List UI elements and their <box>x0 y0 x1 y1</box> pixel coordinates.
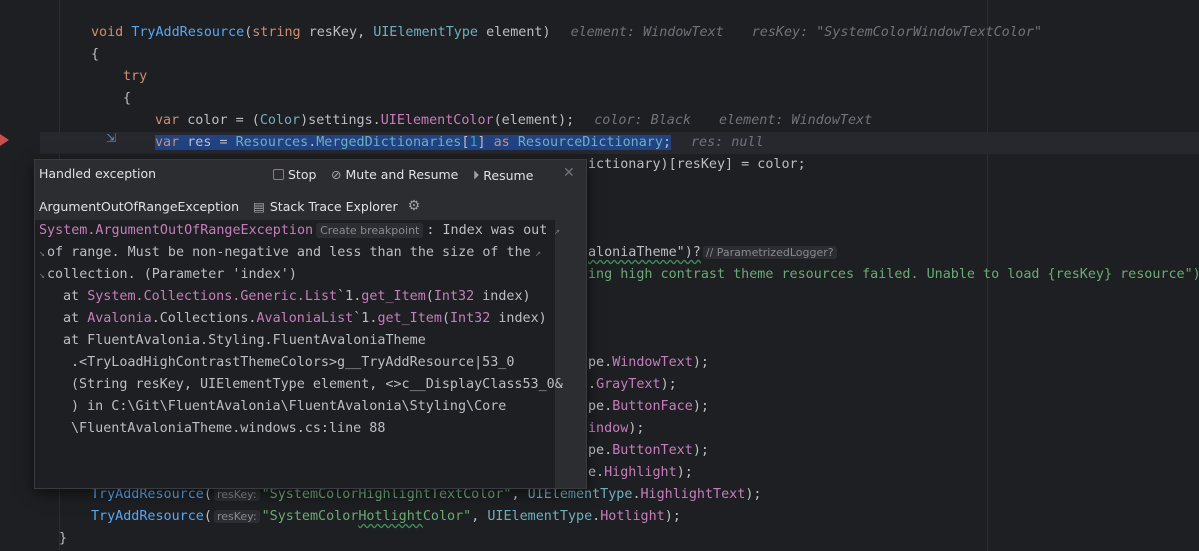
trace-frame-3-args: (String resKey, UIElementType element, <… <box>71 377 563 392</box>
code-line-tail-4: pe.ButtonText); <box>588 443 709 458</box>
wrap-link-icon: ↗ <box>554 226 561 237</box>
code-line-tail-1: .GrayText); <box>588 377 677 392</box>
stop-icon <box>273 169 284 180</box>
create-breakpoint-hint[interactable]: Create breakpoint <box>316 223 424 238</box>
debug-value-color: color: Black <box>594 113 691 128</box>
mute-and-resume-button[interactable]: ⊘ Mute and Resume <box>331 167 458 182</box>
wrap-link-icon: ↘ <box>39 248 46 259</box>
exception-row: ArgumentOutOfRangeException ▤ Stack Trace… <box>39 196 586 216</box>
breakpoint-arrow-icon[interactable] <box>0 134 9 146</box>
exception-trace: System.ArgumentOutOfRangeException Create… <box>35 220 563 488</box>
code-line-logger: aloniaTheme")?// ParametrizedLogger? <box>588 242 839 264</box>
debug-value-element: element: WindowText <box>570 25 724 40</box>
wrap-link-icon: ↗ <box>535 248 542 259</box>
debug-value-res: res: null <box>691 135 764 150</box>
trace-line-3: collection. (Parameter 'index') <box>47 267 297 282</box>
reskey-inlay-hint: resKey: <box>213 510 260 523</box>
debug-value-element: element: WindowText <box>719 113 873 128</box>
resume-icon: ⏵ <box>473 167 480 182</box>
code-line-brace-open: { <box>91 47 100 62</box>
code-line-tail-0: pe.WindowText); <box>588 355 709 370</box>
code-line-tail-3: indow); <box>588 421 645 436</box>
code-line-add-hotlight[interactable]: TryAddResource(resKey: "SystemColorHotlig… <box>91 506 681 528</box>
code-line-try-brace: { <box>123 91 132 106</box>
trace-frame-3-method: .<TryLoadHighContrastThemeColors>g__TryA… <box>71 355 515 370</box>
exception-name: ArgumentOutOfRangeException <box>39 198 240 214</box>
step-into-icon[interactable]: ⇲ <box>106 131 116 145</box>
trace-line-2: of range. Must be non-negative and less … <box>47 245 531 260</box>
reskey-inlay-hint: resKey: <box>213 488 260 501</box>
code-line-tail-5: e.Highlight); <box>588 465 693 480</box>
trace-frame-3-path[interactable]: ) in C:\Git\FluentAvalonia\FluentAvaloni… <box>71 396 506 418</box>
popup-header: Handled exception Stop ⊘ Mute and Resume … <box>35 160 586 188</box>
debug-value-reskey: resKey: "SystemColorWindowTextColor" <box>751 25 1042 40</box>
trace-frame-3: at FluentAvalonia.Styling.FluentAvalonia… <box>63 333 426 348</box>
stop-button[interactable]: Stop <box>273 167 316 182</box>
code-line-color[interactable]: var color = (Color)settings.UIElementCol… <box>155 110 872 132</box>
trace-frame-1[interactable]: at System.Collections.Generic.List`1.get… <box>63 286 531 308</box>
code-line-res-current[interactable]: var res = Resources.MergedDictionaries[1… <box>155 132 764 154</box>
mute-breakpoints-icon: ⊘ <box>331 167 342 182</box>
close-icon[interactable]: ✕ <box>563 165 575 181</box>
trace-line-1: System.ArgumentOutOfRangeException Create… <box>39 223 548 238</box>
code-line-tail-2: pe.ButtonFace); <box>588 399 709 414</box>
logger-inlay-hint: // ParametrizedLogger? <box>702 246 837 259</box>
gear-icon[interactable]: ⚙ <box>408 198 421 214</box>
stack-trace-explorer-button[interactable]: ▤ Stack Trace Explorer <box>253 199 398 214</box>
resume-button[interactable]: ⏵ Resume <box>473 167 533 183</box>
trace-frame-3-file[interactable]: \FluentAvaloniaTheme.windows.cs:line 88 <box>71 418 385 440</box>
code-line-method-signature[interactable]: void TryAddResource(string resKey, UIEle… <box>91 22 1042 44</box>
trace-frame-2[interactable]: at Avalonia.Collections.AvaloniaList`1.g… <box>63 308 547 330</box>
stack-trace-icon: ▤ <box>253 198 265 214</box>
code-line-dict-assign: ictionary)[resKey] = color; <box>588 157 806 172</box>
code-line-brace-close: } <box>59 531 68 546</box>
code-line-try: try <box>123 69 148 84</box>
wrap-link-icon: ↘ <box>39 270 46 281</box>
handled-exception-popup: Handled exception Stop ⊘ Mute and Resume … <box>34 159 587 489</box>
popup-title: Handled exception <box>39 166 157 181</box>
code-line-log-message: ing high contrast theme resources failed… <box>588 267 1199 282</box>
